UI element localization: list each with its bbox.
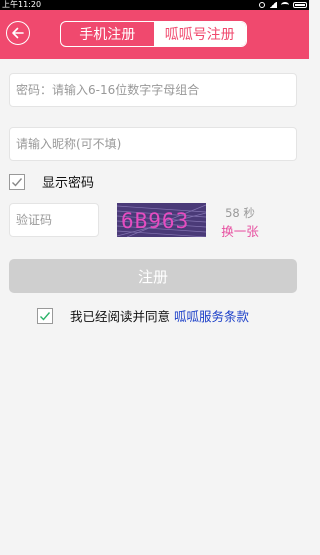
captcha-graphic: 6B963	[117, 203, 206, 237]
status-icons	[259, 0, 307, 10]
back-arrow-icon	[12, 27, 24, 39]
battery-icon	[293, 2, 307, 8]
status-bar: 上午11:20	[0, 0, 309, 10]
captcha-image[interactable]: 6B963	[117, 203, 206, 237]
register-button[interactable]: 注册	[9, 259, 297, 293]
header: 手机注册 呱呱号注册	[0, 10, 309, 59]
refresh-captcha-link[interactable]: 换一张	[212, 221, 268, 240]
captcha-input[interactable]	[16, 213, 98, 227]
captcha-field[interactable]	[9, 203, 99, 237]
register-type-tabs: 手机注册 呱呱号注册	[60, 21, 247, 47]
nickname-input[interactable]	[16, 137, 296, 151]
agreement-row: 我已经阅读并同意 呱呱服务条款	[37, 306, 249, 325]
alarm-icon	[259, 2, 265, 8]
wifi-icon	[281, 2, 289, 8]
tab-guagua-register[interactable]: 呱呱号注册	[153, 22, 246, 46]
status-time: 上午11:20	[2, 0, 42, 9]
checkmark-icon	[12, 177, 23, 187]
password-input[interactable]	[16, 83, 296, 97]
show-password-checkbox[interactable]	[9, 173, 25, 190]
signal-icon	[269, 2, 277, 8]
show-password-toggle[interactable]: 显示密码	[9, 172, 94, 191]
agreement-checkbox[interactable]	[37, 307, 53, 324]
captcha-text: 6B963	[121, 209, 189, 233]
show-password-label: 显示密码	[42, 176, 95, 191]
checkmark-icon	[40, 311, 51, 321]
back-button[interactable]	[6, 21, 30, 45]
nickname-field[interactable]	[9, 127, 297, 161]
captcha-countdown: 58 秒	[225, 206, 255, 220]
password-field[interactable]	[9, 73, 297, 107]
agreement-text: 我已经阅读并同意	[70, 309, 171, 324]
terms-link[interactable]: 呱呱服务条款	[174, 306, 249, 325]
tab-phone-register[interactable]: 手机注册	[61, 22, 154, 46]
